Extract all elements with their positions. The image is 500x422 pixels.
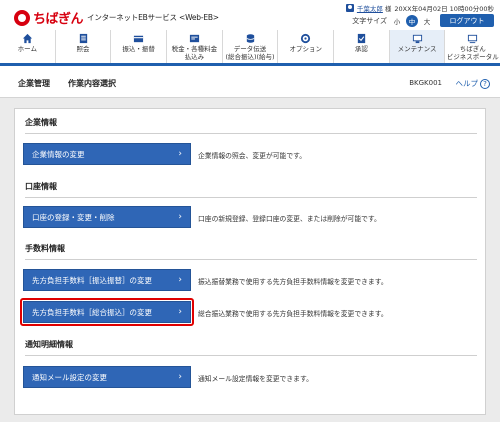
approval-icon [357, 33, 366, 44]
logout-button[interactable]: ログアウト [440, 14, 494, 27]
chevron-right-icon: › [178, 149, 182, 159]
transfer-icon [134, 35, 144, 43]
nav-inquiry[interactable]: 照会 [56, 30, 112, 63]
nav-option[interactable]: オプション [278, 30, 335, 63]
nav-label: 振込・振替 [122, 45, 155, 53]
nav-home[interactable]: ホーム [0, 30, 56, 63]
help-label: ヘルプ [455, 79, 479, 88]
content-panel: 企業情報 企業情報の変更 › 企業情報の照会、変更が可能です。 口座情報 口座の… [14, 108, 486, 415]
section-divider [25, 355, 477, 356]
data-transfer-icon [246, 34, 254, 43]
button-label: 先方負担手数料［振込振替］の変更 [32, 275, 152, 285]
screen-id: BKGK001 [409, 79, 442, 87]
nav-label: 税金・各種料金 払込み [171, 45, 218, 61]
change-company-info-button[interactable]: 企業情報の変更 › [23, 143, 191, 165]
service-name: インターネットEBサービス <Web-EB> [87, 13, 219, 22]
home-icon [22, 33, 32, 44]
section-heading: 通知明細情報 [25, 340, 73, 349]
portal-icon [468, 34, 478, 44]
text-size-label: 文字サイズ [352, 16, 387, 25]
user-icon [345, 4, 354, 12]
logo-mark-icon [14, 9, 30, 26]
logo-text: ちばぎん [33, 12, 84, 27]
help-link[interactable]: ヘルプ ? [455, 78, 490, 89]
fee-bulk-transfer-change-button[interactable]: 先方負担手数料［総合振込］の変更 › [23, 301, 191, 323]
section-heading: 手数料情報 [25, 244, 65, 253]
nav-data-transfer[interactable]: データ伝送 (総合振込)(給与) [223, 30, 279, 63]
chevron-right-icon: › [178, 372, 182, 382]
button-description: 総合振込業務で使用する先方負担手数料情報を変更できます。 [198, 310, 388, 318]
fee-transfer-change-button[interactable]: 先方負担手数料［振込振替］の変更 › [23, 269, 191, 291]
maintenance-icon [412, 34, 422, 44]
button-label: 企業情報の変更 [32, 149, 85, 159]
nav-transfer[interactable]: 振込・振替 [111, 30, 168, 63]
inquiry-icon [79, 33, 87, 44]
user-name[interactable]: 千葉太郎 [357, 3, 383, 13]
nav-label: 照会 [76, 45, 90, 53]
account-register-change-delete-button[interactable]: 口座の登録・変更・削除 › [23, 206, 191, 228]
section-divider [25, 197, 477, 198]
button-label: 先方負担手数料［総合振込］の変更 [32, 307, 152, 317]
button-description: 振込振替業務で使用する先方負担手数料情報を変更できます。 [198, 278, 388, 286]
section-divider [25, 259, 477, 260]
button-label: 口座の登録・変更・削除 [32, 212, 115, 222]
chevron-right-icon: › [178, 212, 182, 222]
page-subtitle: 作業内容選択 [68, 79, 116, 88]
payment-icon [189, 34, 199, 43]
text-size-controls: 文字サイズ 小 中 大 ログアウト [352, 14, 494, 27]
section-heading: 口座情報 [25, 182, 57, 191]
chevron-right-icon: › [178, 307, 182, 317]
nav-approval[interactable]: 承認 [334, 30, 390, 63]
size-medium-button[interactable]: 中 [406, 14, 418, 27]
button-description: 企業情報の照会、変更が可能です。 [198, 152, 307, 160]
help-icon: ? [480, 78, 490, 89]
nav-label: データ伝送 (総合振込)(給与) [225, 45, 275, 61]
main-area: 企業情報 企業情報の変更 › 企業情報の照会、変更が可能です。 口座情報 口座の… [0, 98, 500, 422]
bank-logo: ちばぎん インターネットEBサービス <Web-EB> [14, 8, 219, 27]
option-icon [301, 33, 311, 44]
nav-portal[interactable]: ちばぎん ビジネスポータル [445, 30, 500, 63]
nav-label: メンテナンス [397, 45, 437, 53]
button-description: 通知メール設定情報を変更できます。 [198, 375, 313, 383]
section-divider [25, 133, 477, 134]
chevron-right-icon: › [178, 275, 182, 285]
button-label: 通知メール設定の変更 [32, 372, 107, 382]
user-info: 千葉太郎 様 20XX年04月02日 10時00分00秒 [345, 3, 494, 13]
global-nav: ホーム 照会 振込・振替 税金・各種料金 払込み データ伝送 (総合振込)(給与… [0, 30, 500, 66]
button-description: 口座の新規登録、登録口座の変更、または削除が可能です。 [198, 215, 381, 223]
nav-payment[interactable]: 税金・各種料金 払込み [167, 30, 223, 63]
nav-label: オプション [289, 45, 322, 53]
size-large-button[interactable]: 大 [421, 15, 433, 27]
nav-label: 承認 [354, 45, 368, 53]
notification-mail-settings-button[interactable]: 通知メール設定の変更 › [23, 366, 191, 388]
nav-maintenance[interactable]: メンテナンス [389, 30, 446, 63]
login-time: 20XX年04月02日 10時00分00秒 [394, 5, 494, 13]
user-suffix: 様 [384, 5, 392, 13]
title-bar: 企業管理 作業内容選択 BKGK001 ヘルプ ? [0, 68, 500, 98]
size-small-button[interactable]: 小 [391, 15, 403, 27]
nav-label: ちばぎん ビジネスポータル [446, 45, 499, 61]
nav-label: ホーム [17, 45, 37, 53]
page-title: 企業管理 [18, 79, 50, 88]
section-heading: 企業情報 [25, 118, 57, 127]
